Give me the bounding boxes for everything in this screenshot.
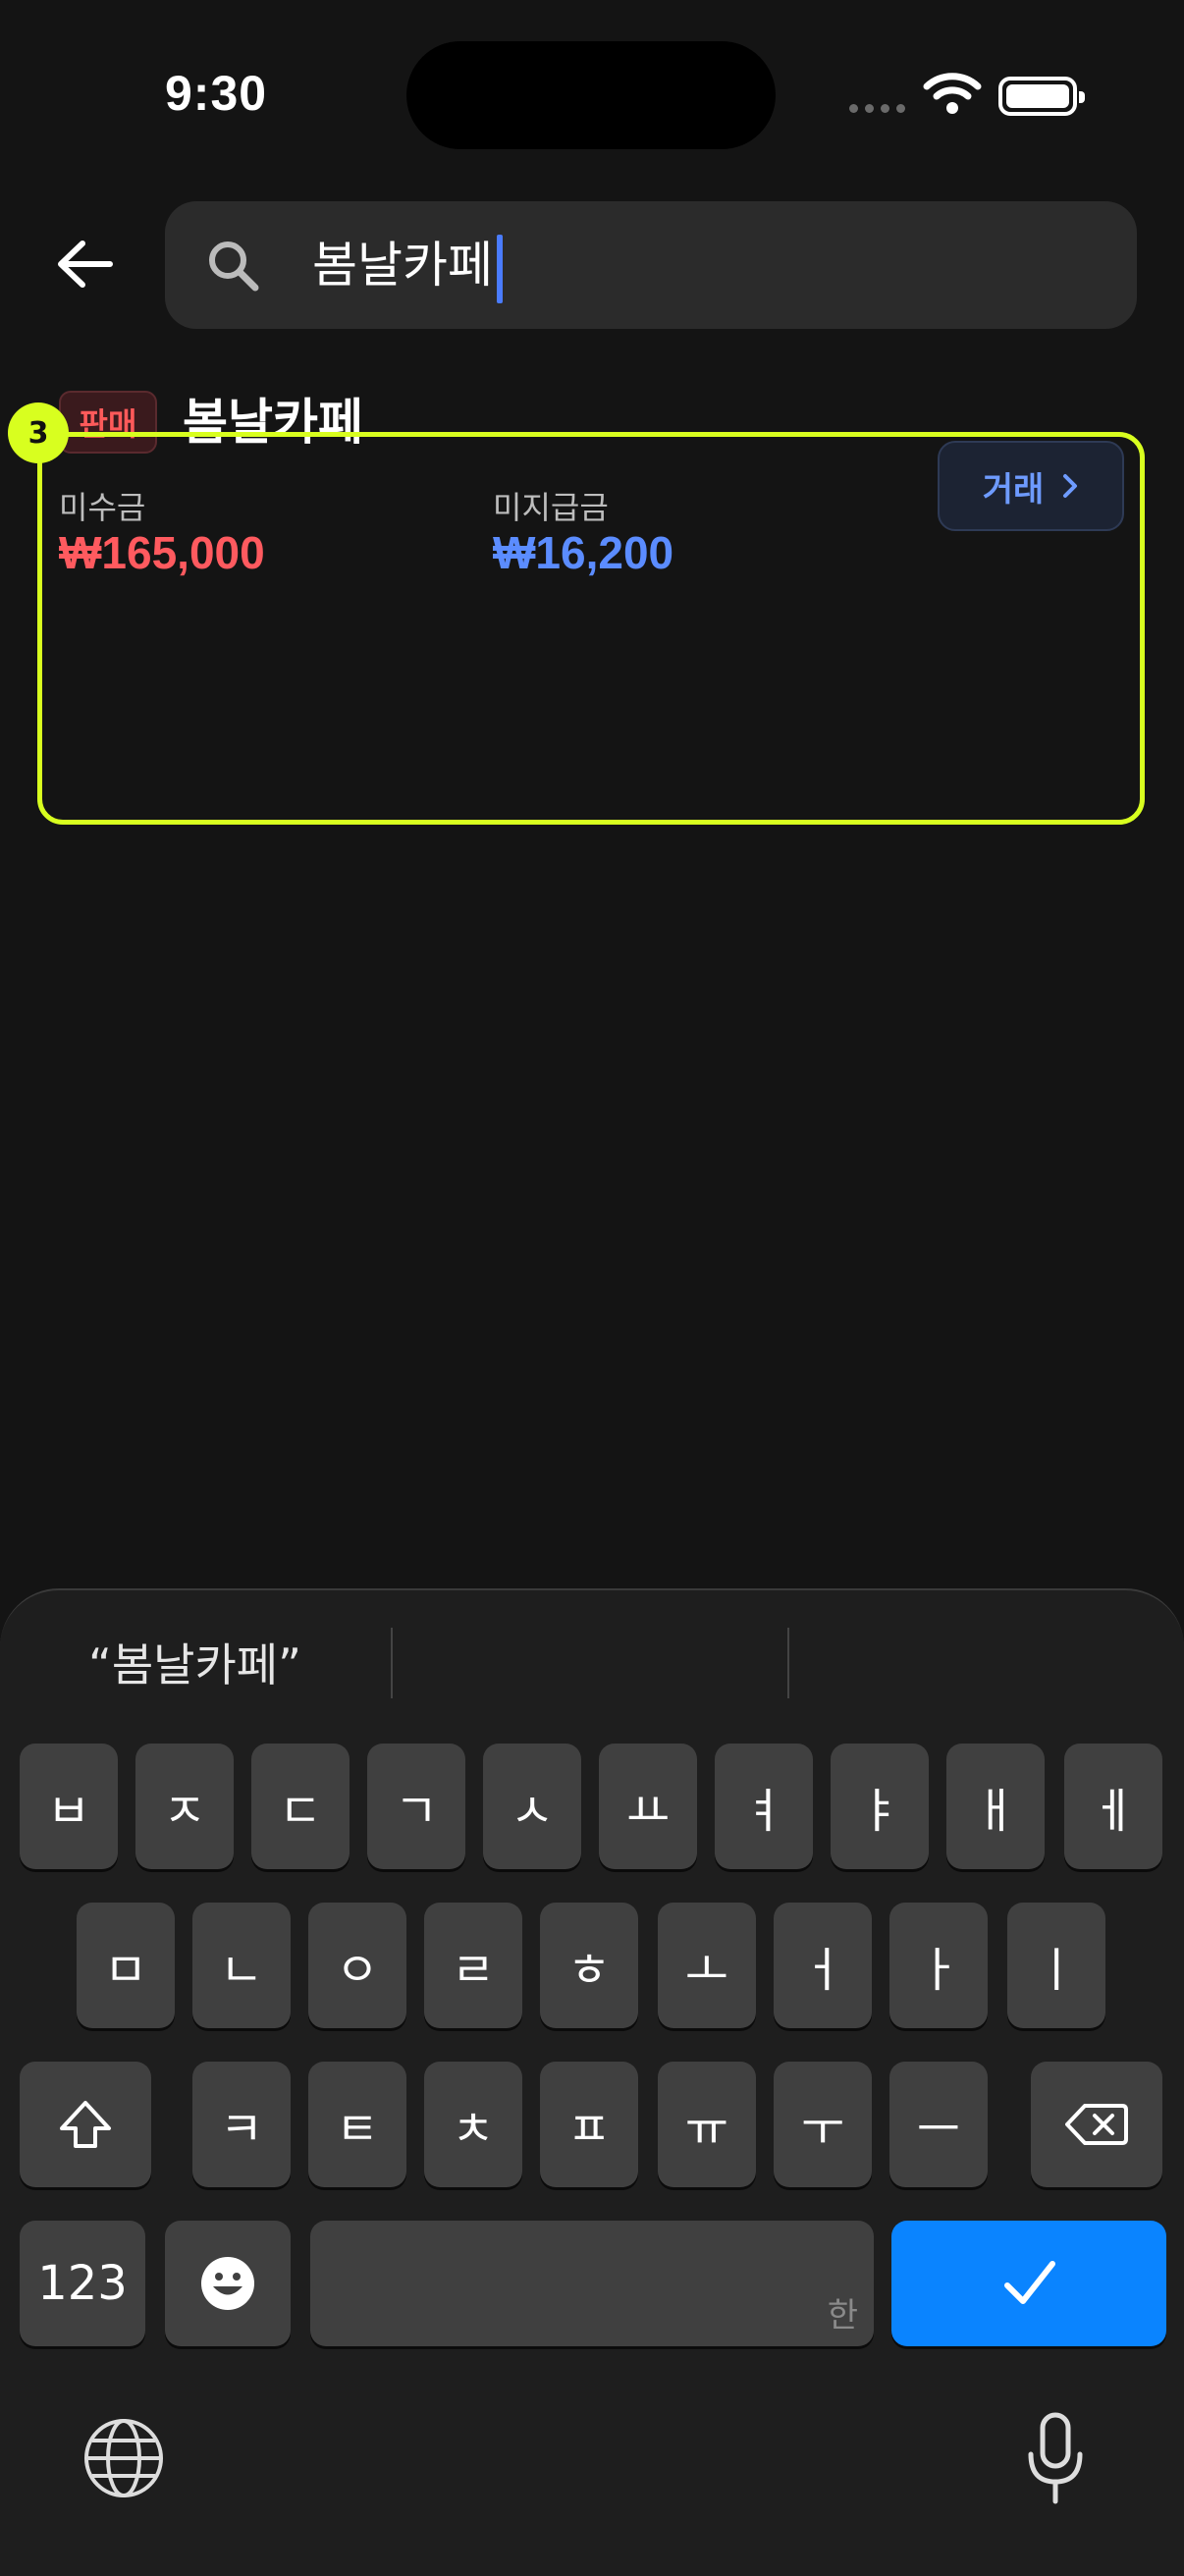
key[interactable]: ㄱ (367, 1744, 465, 1869)
key[interactable]: ㅓ (774, 1903, 872, 2028)
payable-label: 미지급금 (493, 489, 609, 526)
text-caret (497, 234, 503, 303)
key[interactable]: ㅜ (774, 2062, 872, 2187)
keyboard-suggestion[interactable]: “봄날카페” (88, 1630, 301, 1694)
key[interactable]: ㅛ (599, 1744, 697, 1869)
key[interactable]: ㄴ (192, 1903, 291, 2028)
key[interactable]: ㅗ (658, 1903, 756, 2028)
key[interactable]: ㅊ (424, 2062, 522, 2187)
trade-button-label: 거래 (982, 469, 1045, 510)
suggestion-divider (787, 1628, 789, 1698)
key[interactable]: ㄹ (424, 1903, 522, 2028)
globe-icon[interactable] (82, 2417, 165, 2499)
search-icon (209, 242, 259, 292)
key[interactable]: ㅇ (308, 1903, 406, 2028)
key[interactable]: ㅁ (77, 1903, 175, 2028)
key[interactable]: ㅠ (658, 2062, 756, 2187)
receivable-amount: ₩165,000 (59, 527, 265, 578)
trade-button[interactable]: 거래 (938, 441, 1124, 531)
key[interactable]: ㅔ (1064, 1744, 1162, 1869)
key[interactable]: ㅕ (715, 1744, 813, 1869)
key[interactable]: ㅍ (540, 2062, 638, 2187)
key[interactable]: ㅈ (135, 1744, 234, 1869)
checkmark-icon (1004, 2261, 1055, 2304)
annotation-marker: 3 (8, 402, 69, 463)
key[interactable]: ㅐ (946, 1744, 1045, 1869)
wifi-icon (923, 73, 982, 114)
search-bar[interactable]: 봄날카페 (165, 201, 1137, 329)
status-time: 9:30 (165, 66, 268, 121)
space-key[interactable]: 한 (310, 2221, 874, 2346)
dynamic-island (406, 41, 776, 149)
emoji-icon (201, 2257, 254, 2310)
keyboard: “봄날카페” ㅂ ㅈ ㄷ ㄱ ㅅ ㅛ ㅕ ㅑ ㅐ ㅔ ㅁ ㄴ ㅇ ㄹ ㅎ ㅗ ㅓ… (0, 1588, 1184, 2576)
key[interactable]: ㅌ (308, 2062, 406, 2187)
key[interactable]: ㄷ (251, 1744, 350, 1869)
suggestion-divider (391, 1628, 393, 1698)
key[interactable]: ㅂ (20, 1744, 118, 1869)
key[interactable]: ㅎ (540, 1903, 638, 2028)
key[interactable]: ㅏ (889, 1903, 988, 2028)
receivable-label: 미수금 (59, 489, 146, 526)
numbers-key[interactable]: 123 (20, 2221, 145, 2346)
done-key[interactable] (891, 2221, 1166, 2346)
search-input[interactable]: 봄날카페 (312, 233, 503, 303)
cellular-signal-icon (849, 104, 905, 113)
search-query: 봄날카페 (312, 237, 493, 294)
key[interactable]: ㅣ (1007, 1903, 1105, 2028)
battery-icon (998, 77, 1085, 116)
chevron-right-icon (1063, 474, 1078, 498)
payable-amount: ₩16,200 (493, 527, 674, 578)
shift-key[interactable] (20, 2062, 151, 2187)
key[interactable]: ㅑ (831, 1744, 929, 1869)
space-key-hint: 한 (827, 2296, 858, 2335)
key[interactable]: ㅡ (889, 2062, 988, 2187)
key[interactable]: ㅋ (192, 2062, 291, 2187)
microphone-icon[interactable] (1021, 2411, 1090, 2505)
key[interactable]: ㅅ (483, 1744, 581, 1869)
emoji-key[interactable] (165, 2221, 291, 2346)
shift-icon (60, 2101, 111, 2148)
back-arrow-icon[interactable] (51, 230, 120, 298)
delete-key[interactable] (1031, 2062, 1162, 2187)
backspace-icon (1065, 2104, 1128, 2145)
